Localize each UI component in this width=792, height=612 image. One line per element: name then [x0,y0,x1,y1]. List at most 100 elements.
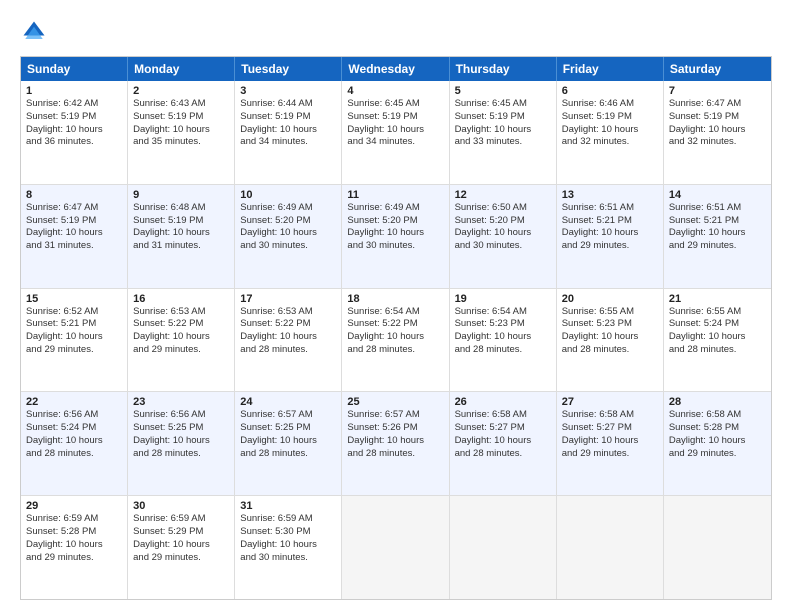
cell-info-line: Daylight: 10 hours [562,331,658,344]
calendar-cell: 2Sunrise: 6:43 AMSunset: 5:19 PMDaylight… [128,81,235,184]
cell-info-line: and 29 minutes. [26,552,122,565]
calendar-row: 29Sunrise: 6:59 AMSunset: 5:28 PMDayligh… [21,496,771,599]
cell-info-line: and 28 minutes. [455,448,551,461]
day-number: 18 [347,293,443,305]
calendar-cell: 16Sunrise: 6:53 AMSunset: 5:22 PMDayligh… [128,289,235,392]
cell-info-line: Daylight: 10 hours [347,227,443,240]
cell-info-line: Daylight: 10 hours [562,227,658,240]
cell-info-line: Sunrise: 6:58 AM [455,409,551,422]
cell-info-line: Sunset: 5:25 PM [133,422,229,435]
cell-info-line: Daylight: 10 hours [240,227,336,240]
day-number: 31 [240,500,336,512]
calendar-cell: 14Sunrise: 6:51 AMSunset: 5:21 PMDayligh… [664,185,771,288]
cell-info-line: Sunrise: 6:53 AM [240,306,336,319]
day-number: 15 [26,293,122,305]
day-number: 28 [669,396,766,408]
calendar-cell: 29Sunrise: 6:59 AMSunset: 5:28 PMDayligh… [21,496,128,599]
logo [20,18,52,46]
cell-info-line: Daylight: 10 hours [347,124,443,137]
cell-info-line: Daylight: 10 hours [26,124,122,137]
cell-info-line: Daylight: 10 hours [26,331,122,344]
cell-info-line: Daylight: 10 hours [669,331,766,344]
cell-info-line: Sunset: 5:20 PM [347,215,443,228]
cell-info-line: Sunrise: 6:59 AM [133,513,229,526]
cell-info-line: Sunset: 5:19 PM [26,111,122,124]
cell-info-line: Sunset: 5:22 PM [133,318,229,331]
cell-info-line: Daylight: 10 hours [669,227,766,240]
calendar-row: 1Sunrise: 6:42 AMSunset: 5:19 PMDaylight… [21,81,771,185]
cell-info-line: Sunrise: 6:52 AM [26,306,122,319]
cell-info-line: and 30 minutes. [240,552,336,565]
cell-info-line: and 30 minutes. [455,240,551,253]
cell-info-line: and 28 minutes. [347,344,443,357]
cell-info-line: Sunrise: 6:56 AM [26,409,122,422]
cell-info-line: Sunrise: 6:51 AM [562,202,658,215]
calendar-cell: 18Sunrise: 6:54 AMSunset: 5:22 PMDayligh… [342,289,449,392]
calendar-cell: 4Sunrise: 6:45 AMSunset: 5:19 PMDaylight… [342,81,449,184]
cell-info-line: Sunrise: 6:58 AM [669,409,766,422]
calendar-cell: 6Sunrise: 6:46 AMSunset: 5:19 PMDaylight… [557,81,664,184]
calendar: SundayMondayTuesdayWednesdayThursdayFrid… [20,56,772,600]
calendar-header-cell: Friday [557,57,664,81]
cell-info-line: Sunset: 5:19 PM [455,111,551,124]
calendar-cell: 13Sunrise: 6:51 AMSunset: 5:21 PMDayligh… [557,185,664,288]
cell-info-line: and 28 minutes. [240,344,336,357]
cell-info-line: Daylight: 10 hours [240,539,336,552]
calendar-cell: 8Sunrise: 6:47 AMSunset: 5:19 PMDaylight… [21,185,128,288]
cell-info-line: Daylight: 10 hours [133,435,229,448]
cell-info-line: Sunrise: 6:51 AM [669,202,766,215]
cell-info-line: Sunset: 5:19 PM [669,111,766,124]
cell-info-line: Sunset: 5:25 PM [240,422,336,435]
cell-info-line: and 29 minutes. [133,552,229,565]
cell-info-line: Daylight: 10 hours [562,124,658,137]
cell-info-line: Sunrise: 6:54 AM [347,306,443,319]
cell-info-line: and 31 minutes. [133,240,229,253]
cell-info-line: Sunset: 5:19 PM [347,111,443,124]
cell-info-line: and 31 minutes. [26,240,122,253]
day-number: 16 [133,293,229,305]
calendar-cell [664,496,771,599]
cell-info-line: and 28 minutes. [240,448,336,461]
calendar-cell: 23Sunrise: 6:56 AMSunset: 5:25 PMDayligh… [128,392,235,495]
day-number: 3 [240,85,336,97]
day-number: 26 [455,396,551,408]
cell-info-line: Sunrise: 6:48 AM [133,202,229,215]
calendar-cell: 31Sunrise: 6:59 AMSunset: 5:30 PMDayligh… [235,496,342,599]
cell-info-line: Daylight: 10 hours [347,435,443,448]
calendar-cell: 3Sunrise: 6:44 AMSunset: 5:19 PMDaylight… [235,81,342,184]
day-number: 19 [455,293,551,305]
cell-info-line: and 28 minutes. [26,448,122,461]
calendar-cell: 20Sunrise: 6:55 AMSunset: 5:23 PMDayligh… [557,289,664,392]
cell-info-line: and 32 minutes. [669,136,766,149]
cell-info-line: Sunset: 5:26 PM [347,422,443,435]
cell-info-line: and 29 minutes. [562,240,658,253]
cell-info-line: Daylight: 10 hours [562,435,658,448]
day-number: 24 [240,396,336,408]
calendar-cell: 25Sunrise: 6:57 AMSunset: 5:26 PMDayligh… [342,392,449,495]
cell-info-line: Sunrise: 6:47 AM [669,98,766,111]
cell-info-line: Daylight: 10 hours [669,435,766,448]
cell-info-line: Sunset: 5:19 PM [133,215,229,228]
calendar-cell: 17Sunrise: 6:53 AMSunset: 5:22 PMDayligh… [235,289,342,392]
day-number: 25 [347,396,443,408]
cell-info-line: Sunrise: 6:55 AM [562,306,658,319]
calendar-cell: 1Sunrise: 6:42 AMSunset: 5:19 PMDaylight… [21,81,128,184]
calendar-cell: 27Sunrise: 6:58 AMSunset: 5:27 PMDayligh… [557,392,664,495]
cell-info-line: Sunrise: 6:45 AM [347,98,443,111]
calendar-header-cell: Saturday [664,57,771,81]
calendar-cell: 22Sunrise: 6:56 AMSunset: 5:24 PMDayligh… [21,392,128,495]
cell-info-line: Sunset: 5:29 PM [133,526,229,539]
cell-info-line: and 29 minutes. [26,344,122,357]
calendar-cell [342,496,449,599]
cell-info-line: and 28 minutes. [669,344,766,357]
day-number: 22 [26,396,122,408]
cell-info-line: Sunrise: 6:53 AM [133,306,229,319]
cell-info-line: Sunrise: 6:57 AM [347,409,443,422]
calendar-cell: 28Sunrise: 6:58 AMSunset: 5:28 PMDayligh… [664,392,771,495]
cell-info-line: Sunset: 5:19 PM [562,111,658,124]
cell-info-line: Sunrise: 6:44 AM [240,98,336,111]
cell-info-line: Daylight: 10 hours [240,124,336,137]
cell-info-line: Sunrise: 6:47 AM [26,202,122,215]
cell-info-line: Sunset: 5:23 PM [455,318,551,331]
cell-info-line: and 29 minutes. [669,240,766,253]
